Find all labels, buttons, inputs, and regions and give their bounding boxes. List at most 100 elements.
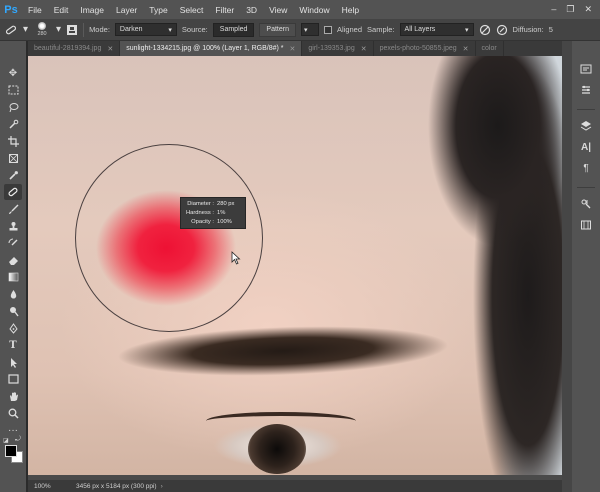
menu-layer[interactable]: Layer — [110, 5, 143, 15]
path-selection-tool-icon[interactable] — [4, 354, 22, 370]
tab-pexels[interactable]: pexels-photo-50855.jpeg ✕ — [373, 41, 476, 56]
chevron-right-icon[interactable]: › — [161, 483, 163, 490]
menu-file[interactable]: File — [22, 5, 48, 15]
channels-panel-icon[interactable] — [577, 217, 595, 233]
swap-colors-icon[interactable]: ⤾ — [15, 436, 21, 444]
tab-girl[interactable]: girl-139353.jpg ✕ — [302, 41, 374, 56]
separator — [83, 22, 85, 37]
source-label: Source: — [181, 25, 208, 34]
history-brush-tool-icon[interactable] — [4, 235, 22, 251]
tab-label: color — [481, 45, 497, 52]
frame-tool-icon[interactable] — [4, 150, 22, 166]
menu-image[interactable]: Image — [74, 5, 110, 15]
document-canvas[interactable]: Diameter : 280 px Hardness : 1% Opacity … — [28, 56, 562, 480]
type-tool-icon[interactable]: T — [4, 337, 22, 353]
iris — [248, 424, 306, 474]
move-tool-icon[interactable]: ✥ — [4, 65, 22, 81]
sample-value: All Layers — [404, 26, 436, 33]
pattern-picker[interactable]: ▾ — [301, 23, 319, 36]
close-button[interactable]: ✕ — [584, 4, 592, 15]
eraser-tool-icon[interactable] — [4, 252, 22, 268]
panel-collapse-strip[interactable] — [562, 41, 572, 492]
opacity-value: 100% — [217, 219, 232, 225]
chevron-down-icon: ▾ — [465, 26, 469, 34]
mode-select[interactable]: Darken ▾ — [114, 23, 177, 36]
source-sampled-button[interactable]: Sampled — [212, 22, 255, 37]
chevron-down-icon: ▾ — [168, 26, 172, 34]
paragraph-panel-icon[interactable]: ¶ — [577, 160, 595, 176]
aligned-checkbox[interactable] — [324, 25, 332, 34]
menu-3d[interactable]: 3D — [240, 5, 263, 15]
chevron-down-icon: ▾ — [304, 26, 308, 34]
marquee-tool-icon[interactable] — [4, 82, 22, 98]
gradient-tool-icon[interactable] — [4, 269, 22, 285]
menu-type[interactable]: Type — [143, 5, 173, 15]
healing-brush-tool-icon[interactable] — [4, 184, 22, 200]
layers-panel-icon[interactable] — [577, 118, 595, 134]
healing-brush-tool-icon[interactable] — [4, 23, 18, 37]
quick-selection-tool-icon[interactable] — [4, 116, 22, 132]
diameter-value: 280 px — [217, 201, 235, 207]
menu-filter[interactable]: Filter — [209, 5, 240, 15]
brush-tool-icon[interactable] — [4, 201, 22, 217]
close-icon[interactable]: ✕ — [463, 45, 469, 53]
history-panel-icon[interactable] — [577, 61, 595, 77]
brush-dot-icon — [38, 22, 47, 30]
clone-stamp-tool-icon[interactable] — [4, 218, 22, 234]
tab-label: pexels-photo-50855.jpeg — [379, 45, 457, 52]
close-icon[interactable]: ✕ — [361, 45, 367, 53]
menu-select[interactable]: Select — [174, 5, 210, 15]
menu-view[interactable]: View — [263, 5, 293, 15]
properties-panel-icon[interactable] — [577, 82, 595, 98]
menu-help[interactable]: Help — [336, 5, 365, 15]
tab-beautiful[interactable]: beautiful-2819394.jpg ✕ — [28, 41, 121, 56]
blur-tool-icon[interactable] — [4, 286, 22, 302]
adjustments-panel-icon[interactable] — [577, 196, 595, 212]
minimize-button[interactable]: – — [551, 4, 556, 15]
tab-color[interactable]: color — [475, 41, 504, 56]
brush-preset-picker[interactable]: 280 — [33, 21, 51, 39]
dodge-tool-icon[interactable] — [4, 303, 22, 319]
source-pattern-button[interactable]: Pattern — [259, 22, 296, 37]
sample-select[interactable]: All Layers ▾ — [399, 23, 474, 36]
color-swatches[interactable]: ◪ ⤾ — [3, 436, 25, 463]
hand-tool-icon[interactable] — [4, 388, 22, 404]
character-panel-icon[interactable]: A| — [577, 139, 595, 155]
pen-tool-icon[interactable] — [4, 320, 22, 336]
default-colors-icon[interactable]: ◪ — [3, 437, 9, 444]
lasso-tool-icon[interactable] — [4, 99, 22, 115]
window-controls: – ❐ ✕ — [551, 4, 600, 15]
clone-source-panel-icon[interactable] — [66, 24, 78, 36]
ignore-adjustment-layers-icon[interactable] — [479, 24, 491, 36]
mouse-pointer-icon — [231, 251, 241, 265]
opacity-label: Opacity : — [191, 219, 214, 225]
photoshop-logo: Ps — [4, 3, 18, 16]
tab-sunlight[interactable]: sunlight-1334215.jpg @ 100% (Layer 1, RG… — [120, 41, 303, 56]
tools-panel: ✥ T ··· ◪ ⤾ — [0, 41, 26, 492]
document-info: 3456 px x 5184 px (300 ppi) — [76, 482, 157, 490]
divider — [577, 187, 595, 188]
document-tabs: beautiful-2819394.jpg ✕ sunlight-1334215… — [28, 41, 562, 56]
aligned-label: Aligned — [337, 25, 363, 34]
restore-button[interactable]: ❐ — [566, 4, 574, 15]
close-icon[interactable]: ✕ — [290, 45, 296, 53]
tab-label: beautiful-2819394.jpg — [34, 45, 102, 52]
eyedropper-tool-icon[interactable] — [4, 167, 22, 183]
foreground-color-swatch[interactable] — [5, 445, 17, 457]
menu-window[interactable]: Window — [293, 5, 335, 15]
diffusion-value[interactable]: 5 — [549, 25, 553, 34]
chevron-down-icon[interactable]: ▾ — [23, 24, 28, 35]
menu-edit[interactable]: Edit — [48, 5, 75, 15]
zoom-level[interactable]: 100% — [28, 483, 58, 490]
zoom-tool-icon[interactable] — [4, 405, 22, 421]
crop-tool-icon[interactable] — [4, 133, 22, 149]
status-bar: 100% 3456 px x 5184 px (300 ppi) › — [28, 480, 562, 492]
pressure-size-icon[interactable] — [496, 24, 508, 36]
brush-cursor-circle — [75, 144, 263, 332]
rectangle-tool-icon[interactable] — [4, 371, 22, 387]
diameter-label: Diameter : — [187, 201, 214, 207]
brush-size-value: 280 — [37, 31, 47, 37]
mode-value: Darken — [119, 26, 143, 33]
chevron-down-icon[interactable]: ▾ — [56, 24, 61, 35]
close-icon[interactable]: ✕ — [107, 45, 113, 53]
